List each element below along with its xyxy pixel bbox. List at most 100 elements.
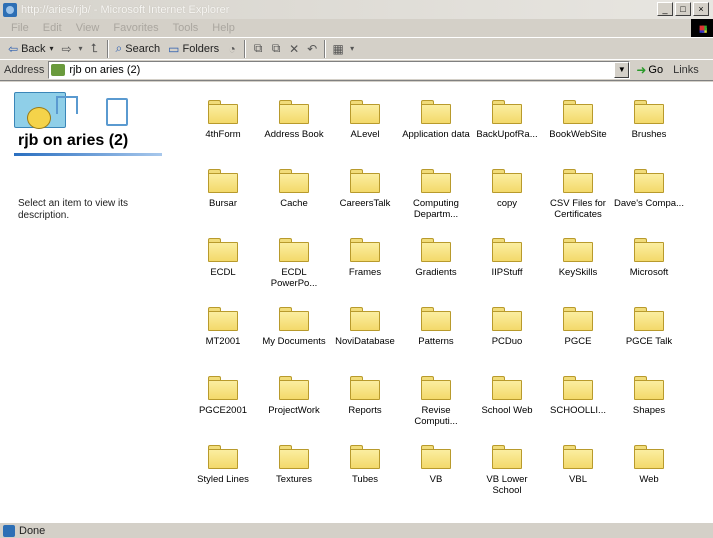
title-bar: http://aries/rjb/ - Microsoft Internet E… [0,0,713,19]
folder-item[interactable]: ECDL [188,238,258,278]
decorative-outline [56,96,78,114]
minimize-button[interactable]: _ [657,2,673,16]
folder-item[interactable]: Revise Computi... [401,376,471,427]
folder-item[interactable]: Address Book [259,100,329,140]
window-controls: _ □ × [657,2,709,16]
go-label: Go [648,64,664,76]
forward-arrow-icon[interactable]: ⇨ [58,42,76,56]
close-button[interactable]: × [693,2,709,16]
folder-item[interactable]: PGCE2001 [188,376,258,416]
folder-item[interactable]: Reports [330,376,400,416]
folder-item[interactable]: MT2001 [188,307,258,347]
folder-item[interactable]: Microsoft [614,238,684,278]
folder-item[interactable]: Patterns [401,307,471,347]
undo-icon[interactable]: ↶ [303,42,321,56]
folder-item[interactable]: VB [401,445,471,485]
folder-item[interactable]: Tubes [330,445,400,485]
folder-item[interactable]: Shapes [614,376,684,416]
menu-help[interactable]: Help [205,22,242,34]
folder-item[interactable]: NoviDatabase [330,307,400,347]
back-button[interactable]: ⇦ Back ▾ [4,39,58,59]
folder-item[interactable]: ECDL PowerPo... [259,238,329,289]
folder-icon [279,238,309,262]
folder-icon [350,307,380,331]
folder-item[interactable]: Computing Departm... [401,169,471,220]
folder-item[interactable]: PCDuo [472,307,542,347]
menu-view[interactable]: View [69,22,107,34]
folder-label: Styled Lines [197,474,249,485]
folder-item[interactable]: VB Lower School [472,445,542,496]
folder-item[interactable]: My Documents [259,307,329,347]
folder-label: NoviDatabase [335,336,395,347]
folder-item[interactable]: Application data [401,100,471,140]
folder-label: Reports [348,405,382,416]
menu-edit[interactable]: Edit [36,22,69,34]
views-dropdown-icon[interactable]: ▾ [347,44,357,53]
folder-item[interactable]: BookWebSite [543,100,613,140]
folder-icon [563,169,593,193]
search-label: Search [125,42,161,55]
folder-label: Address Book [264,129,324,140]
back-label: Back [21,42,46,55]
folder-label: Computing Departm... [413,198,459,220]
folder-item[interactable]: KeySkills [543,238,613,278]
folder-item[interactable]: Gradients [401,238,471,278]
folder-icon [279,307,309,331]
toolbar-separator [324,39,327,58]
go-button[interactable]: ➜ Go [636,63,663,77]
folder-item[interactable]: ProjectWork [259,376,329,416]
search-button[interactable]: ⌕ Search [112,39,165,59]
folder-item[interactable]: Dave's Compa... [614,169,684,209]
folder-label: Brushes [631,129,667,140]
move-to-icon[interactable]: ⧉ [249,41,267,56]
folder-icon [421,307,451,331]
back-dropdown-icon[interactable]: ▾ [50,44,54,53]
folder-icon [279,376,309,400]
menu-tools[interactable]: Tools [166,22,206,34]
views-icon[interactable]: ▦ [329,42,347,56]
folder-item[interactable]: CareersTalk [330,169,400,209]
folder-item[interactable]: CSV Files for Certificates [543,169,613,220]
folder-item[interactable]: Frames [330,238,400,278]
up-folder-icon[interactable]: ⮤ [86,41,104,56]
folder-title: rjb on aries (2) [18,132,129,149]
folder-item[interactable]: PGCE Talk [614,307,684,347]
address-input[interactable]: rjb on aries (2) ▼ [48,61,631,79]
folder-item[interactable]: 4thForm [188,100,258,140]
history-icon[interactable]: ◔ [223,42,241,56]
folder-item[interactable]: School Web [472,376,542,416]
folder-item[interactable]: PGCE [543,307,613,347]
search-icon: ⌕ [115,41,123,55]
folder-item[interactable]: Brushes [614,100,684,140]
folder-item[interactable]: VBL [543,445,613,485]
internet-explorer-icon[interactable] [3,2,17,17]
toolbar-separator [244,39,247,58]
folder-item[interactable]: Textures [259,445,329,485]
menu-favorites[interactable]: Favorites [106,22,165,34]
folder-item[interactable]: SCHOOLLI... [543,376,613,416]
folder-icon [421,169,451,193]
back-arrow-icon: ⇦ [8,41,19,56]
folder-item[interactable]: BackUpofRa... [472,100,542,140]
folder-icon [350,445,380,469]
folder-item[interactable]: Web [614,445,684,485]
delete-icon[interactable]: ✕ [285,42,303,56]
menu-file[interactable]: File [4,22,36,34]
folder-item[interactable]: Cache [259,169,329,209]
folder-item[interactable]: ALevel [330,100,400,140]
forward-dropdown-icon[interactable]: ▾ [76,44,86,53]
folder-item[interactable]: IIPStuff [472,238,542,278]
status-text: Done [19,524,46,537]
folders-button[interactable]: ▭ Folders [164,39,223,59]
go-arrow-icon: ➜ [636,63,647,77]
copy-to-icon[interactable]: ⧉ [267,41,285,56]
folder-item[interactable]: Styled Lines [188,445,258,485]
maximize-button[interactable]: □ [675,2,691,16]
address-dropdown-button[interactable]: ▼ [614,62,630,78]
folder-item[interactable]: Bursar [188,169,258,209]
folder-icon [350,238,380,262]
folder-icon [208,307,238,331]
folder-label: Frames [348,267,382,278]
folder-item[interactable]: copy [472,169,542,209]
links-button[interactable]: Links [673,64,699,76]
